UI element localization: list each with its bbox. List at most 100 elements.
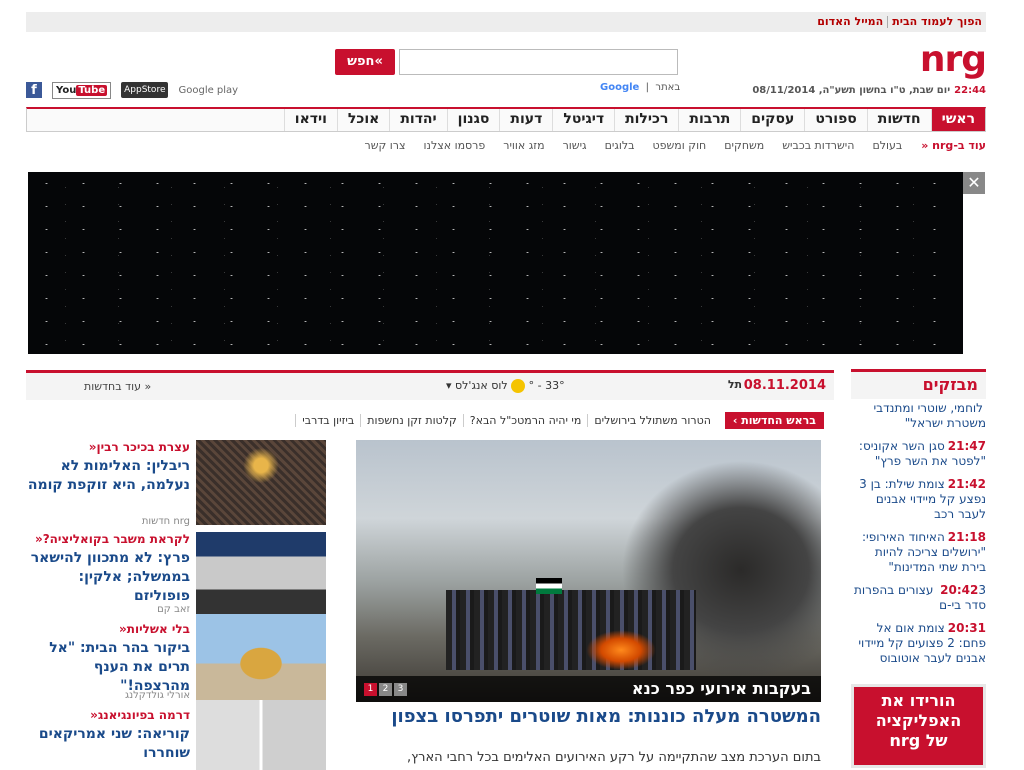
subnav-item[interactable]: הישרדות בכביש xyxy=(773,139,863,152)
flash-news: מבזקים לוחמי, שוטרי ומתנדבי משטרת ישראל"… xyxy=(851,369,986,669)
ad-banner[interactable] xyxy=(28,172,963,354)
google-option[interactable]: Google xyxy=(600,82,639,93)
youtube-label-b: Tube xyxy=(76,84,108,96)
weather-temp: 33° - ° xyxy=(528,379,565,392)
redmail-link[interactable]: המייל האדום xyxy=(813,12,887,31)
dateline: 22:44יום שבת, ט"ו בחשון תשע"ה, 08/11/201… xyxy=(752,85,986,96)
subnav-item[interactable]: חוק ומשפט xyxy=(644,139,716,152)
story-title[interactable]: קוריאה: שני אמריקאים שוחררו xyxy=(26,725,190,763)
headlines-ticker: בראש החדשות › הטרור משתולל בירושלים מי י… xyxy=(236,409,824,431)
search-scope: Google | באתר xyxy=(600,82,681,93)
story-thumbnail[interactable] xyxy=(196,614,326,704)
hero-page-2[interactable]: 2 xyxy=(379,683,392,696)
nav-item-digital[interactable]: דיגיטל xyxy=(552,109,614,131)
hero-pager: 1 2 3 xyxy=(364,683,407,696)
weather-city: לוס אנג'לס xyxy=(455,379,508,392)
news-date: 08.11.2014 xyxy=(743,378,826,393)
flash-item[interactable]: 21:47סגן השר אקוניס: "לפטר את השר פרץ" xyxy=(851,439,986,469)
ticker-item[interactable]: קלטות זקן נחשפות xyxy=(360,413,463,427)
top-utility-bar: הפוך לעמוד הביתהמייל האדום xyxy=(26,12,986,32)
nav-item-style[interactable]: סגנון xyxy=(446,109,500,131)
hero-headline[interactable]: המשטרה מעלה כוננות: מאות שוטרים יתפרסו ב… xyxy=(356,704,821,730)
hero-caption[interactable]: בעקבות אירועי כפר כנא xyxy=(356,676,821,702)
flash-time: 21:42 xyxy=(947,477,986,491)
story-byline: אורלי גולדקלנג xyxy=(124,690,190,701)
subnav-item[interactable]: משחקים xyxy=(715,139,773,152)
close-icon[interactable]: ✕ xyxy=(963,172,985,194)
hero-image[interactable]: בעקבות אירועי כפר כנא 1 2 3 xyxy=(356,440,821,702)
flash-item[interactable]: 20:423 עצורים בהפרות סדר בי-ם xyxy=(851,583,986,613)
weather-widget[interactable]: 33° - ° לוס אנג'לס ▾ xyxy=(446,379,565,393)
main-nav: ראשי חדשות ספורט עסקים תרבות רכילות דיגי… xyxy=(26,107,986,132)
ticker-item[interactable]: ביזיון בדרבי xyxy=(295,413,360,427)
hero-crowd xyxy=(446,590,696,670)
subnav-item[interactable]: מזג אוויר xyxy=(494,139,553,152)
flash-time: 20:31 xyxy=(947,621,986,635)
flash-list: לוחמי, שוטרי ומתנדבי משטרת ישראל" 21:47ס… xyxy=(851,401,986,674)
more-in-nrg[interactable]: עוד ב-nrg « xyxy=(921,139,986,152)
nav-item-sport[interactable]: ספורט xyxy=(804,109,866,131)
story-thumbnail[interactable] xyxy=(196,700,326,770)
subnav-item[interactable]: בעולם xyxy=(863,139,911,152)
app-download-ad[interactable]: הורידו את האפליקציה של nrg xyxy=(851,684,986,768)
search-input[interactable] xyxy=(399,49,678,75)
nav-item-news[interactable]: חדשות xyxy=(866,109,931,131)
flash-item[interactable]: 21:18האיחוד האירופי: "ירושלים צריכה להיו… xyxy=(851,530,986,575)
site-option[interactable]: באתר xyxy=(655,82,680,93)
news-header-bar: 08.11.2014 תל 33° - ° לוס אנג'לס ▾ עוד ב… xyxy=(26,370,834,400)
more-news-link[interactable]: עוד בחדשות » xyxy=(84,380,151,393)
social-links: f You Tube AppStore Google play xyxy=(26,80,238,100)
flash-item[interactable]: 21:42צומת שילת: בן 3 נפצע קל מיידוי אבני… xyxy=(851,477,986,522)
story-kicker[interactable]: דרמה בפיונגיאנג« xyxy=(26,708,190,722)
hero-page-1[interactable]: 1 xyxy=(364,683,377,696)
hero-lede: בתום הערכת מצב שהתקיימה על רקע האירועים … xyxy=(406,750,821,765)
story-thumbnail[interactable] xyxy=(196,532,326,614)
subnav-item[interactable]: צרו קשר xyxy=(356,139,415,152)
flash-item[interactable]: לוחמי, שוטרי ומתנדבי משטרת ישראל" xyxy=(851,401,987,431)
banner-starfield xyxy=(28,172,963,354)
subnav-item[interactable]: גישור xyxy=(554,139,596,152)
flash-text: לוחמי, שוטרי ומתנדבי משטרת ישראל" xyxy=(873,401,987,430)
appstore-icon[interactable]: AppStore xyxy=(121,82,169,98)
chevron-down-icon[interactable]: ▾ xyxy=(446,379,452,392)
story-title[interactable]: ריבלין: האלימות לא נעלמה, היא זוקפת קומה xyxy=(26,457,190,495)
nav-item-business[interactable]: עסקים xyxy=(740,109,804,131)
googleplay-icon[interactable]: Google play xyxy=(178,85,238,96)
ticker-item[interactable]: הטרור משתולל בירושלים xyxy=(587,413,717,427)
nrg-logo[interactable]: nrg xyxy=(920,40,987,80)
story-byline: זאב קם xyxy=(157,604,190,615)
nav-item-video[interactable]: וידאו xyxy=(283,109,337,131)
nav-item-home[interactable]: ראשי xyxy=(930,109,985,131)
hero-flag xyxy=(536,578,562,594)
weather-city-2: תל xyxy=(727,378,742,391)
nav-item-culture[interactable]: תרבות xyxy=(678,109,740,131)
current-time: 22:44 xyxy=(954,85,986,96)
story-thumbnail[interactable] xyxy=(196,440,326,525)
facebook-icon[interactable]: f xyxy=(26,82,42,98)
search-button[interactable]: חפש« xyxy=(335,49,395,75)
hero-fire xyxy=(586,630,656,670)
story-byline: nrg חדשות xyxy=(141,516,190,527)
ticker-item[interactable]: מי יהיה הרמטכ"ל הבא? xyxy=(462,413,588,427)
subnav-item[interactable]: בלוגים xyxy=(596,139,644,152)
story-kicker[interactable]: עצרת בכיכר רבין« xyxy=(26,440,190,454)
flash-time: 21:47 xyxy=(947,439,986,453)
nav-item-gossip[interactable]: רכילות xyxy=(614,109,678,131)
nav-item-judaism[interactable]: יהדות xyxy=(389,109,446,131)
set-homepage-link[interactable]: הפוך לעמוד הבית xyxy=(888,12,986,31)
nav-item-food[interactable]: אוכל xyxy=(336,109,389,131)
sub-nav: עוד ב-nrg « בעולם הישרדות בכביש משחקים ח… xyxy=(26,134,987,156)
story-kicker[interactable]: לקראת משבר בקואליציה?« xyxy=(26,532,190,546)
hero-page-3[interactable]: 3 xyxy=(394,683,407,696)
youtube-icon[interactable]: You Tube xyxy=(52,81,112,99)
flash-time: 21:18 xyxy=(947,530,986,544)
story-kicker[interactable]: בלי אשליות« xyxy=(26,622,190,636)
flash-item[interactable]: 20:31צומת אום אל פחם: 2 פצועים קל מיידוי… xyxy=(851,621,986,666)
story-title[interactable]: ביקור בהר הבית: "אל תרים את הענף מהרצפה!… xyxy=(26,639,190,696)
ticker-head: בראש החדשות › xyxy=(724,411,824,429)
nav-item-opinions[interactable]: דעות xyxy=(499,109,552,131)
subnav-item[interactable]: פרסמו אצלנו xyxy=(415,139,495,152)
story-title[interactable]: פרץ: לא מתכוון להישאר בממשלה; אלקין: פופ… xyxy=(26,549,190,606)
app-ad-line: הורידו את xyxy=(881,691,956,710)
flash-time: 20:42 xyxy=(940,583,979,597)
